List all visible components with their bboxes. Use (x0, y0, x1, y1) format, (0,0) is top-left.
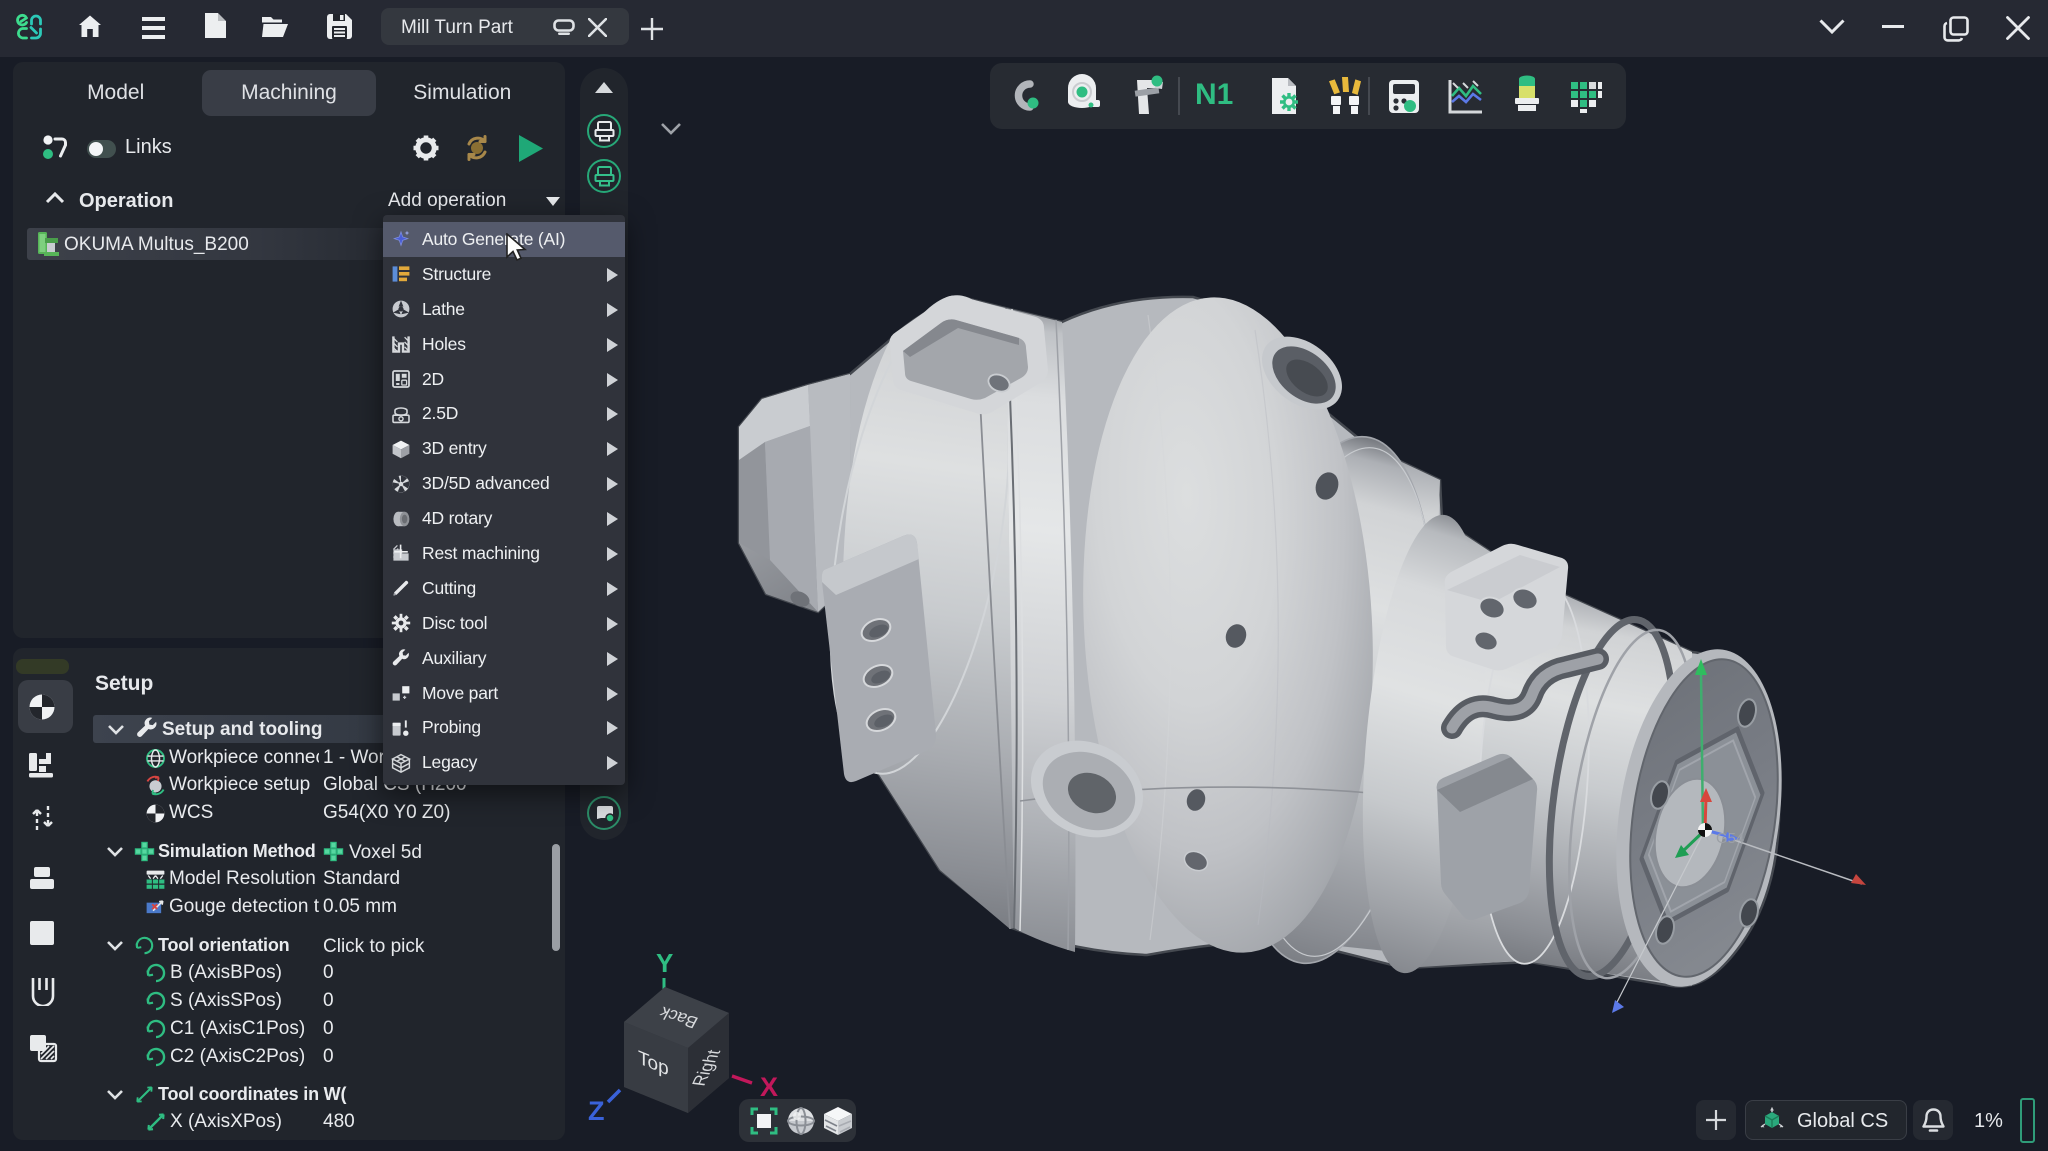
svg-text:X: X (760, 1072, 778, 1102)
svg-text:Z: Z (588, 1096, 605, 1126)
svg-text:Y: Y (656, 948, 673, 978)
svg-text:G54: G54 (1716, 830, 1744, 847)
